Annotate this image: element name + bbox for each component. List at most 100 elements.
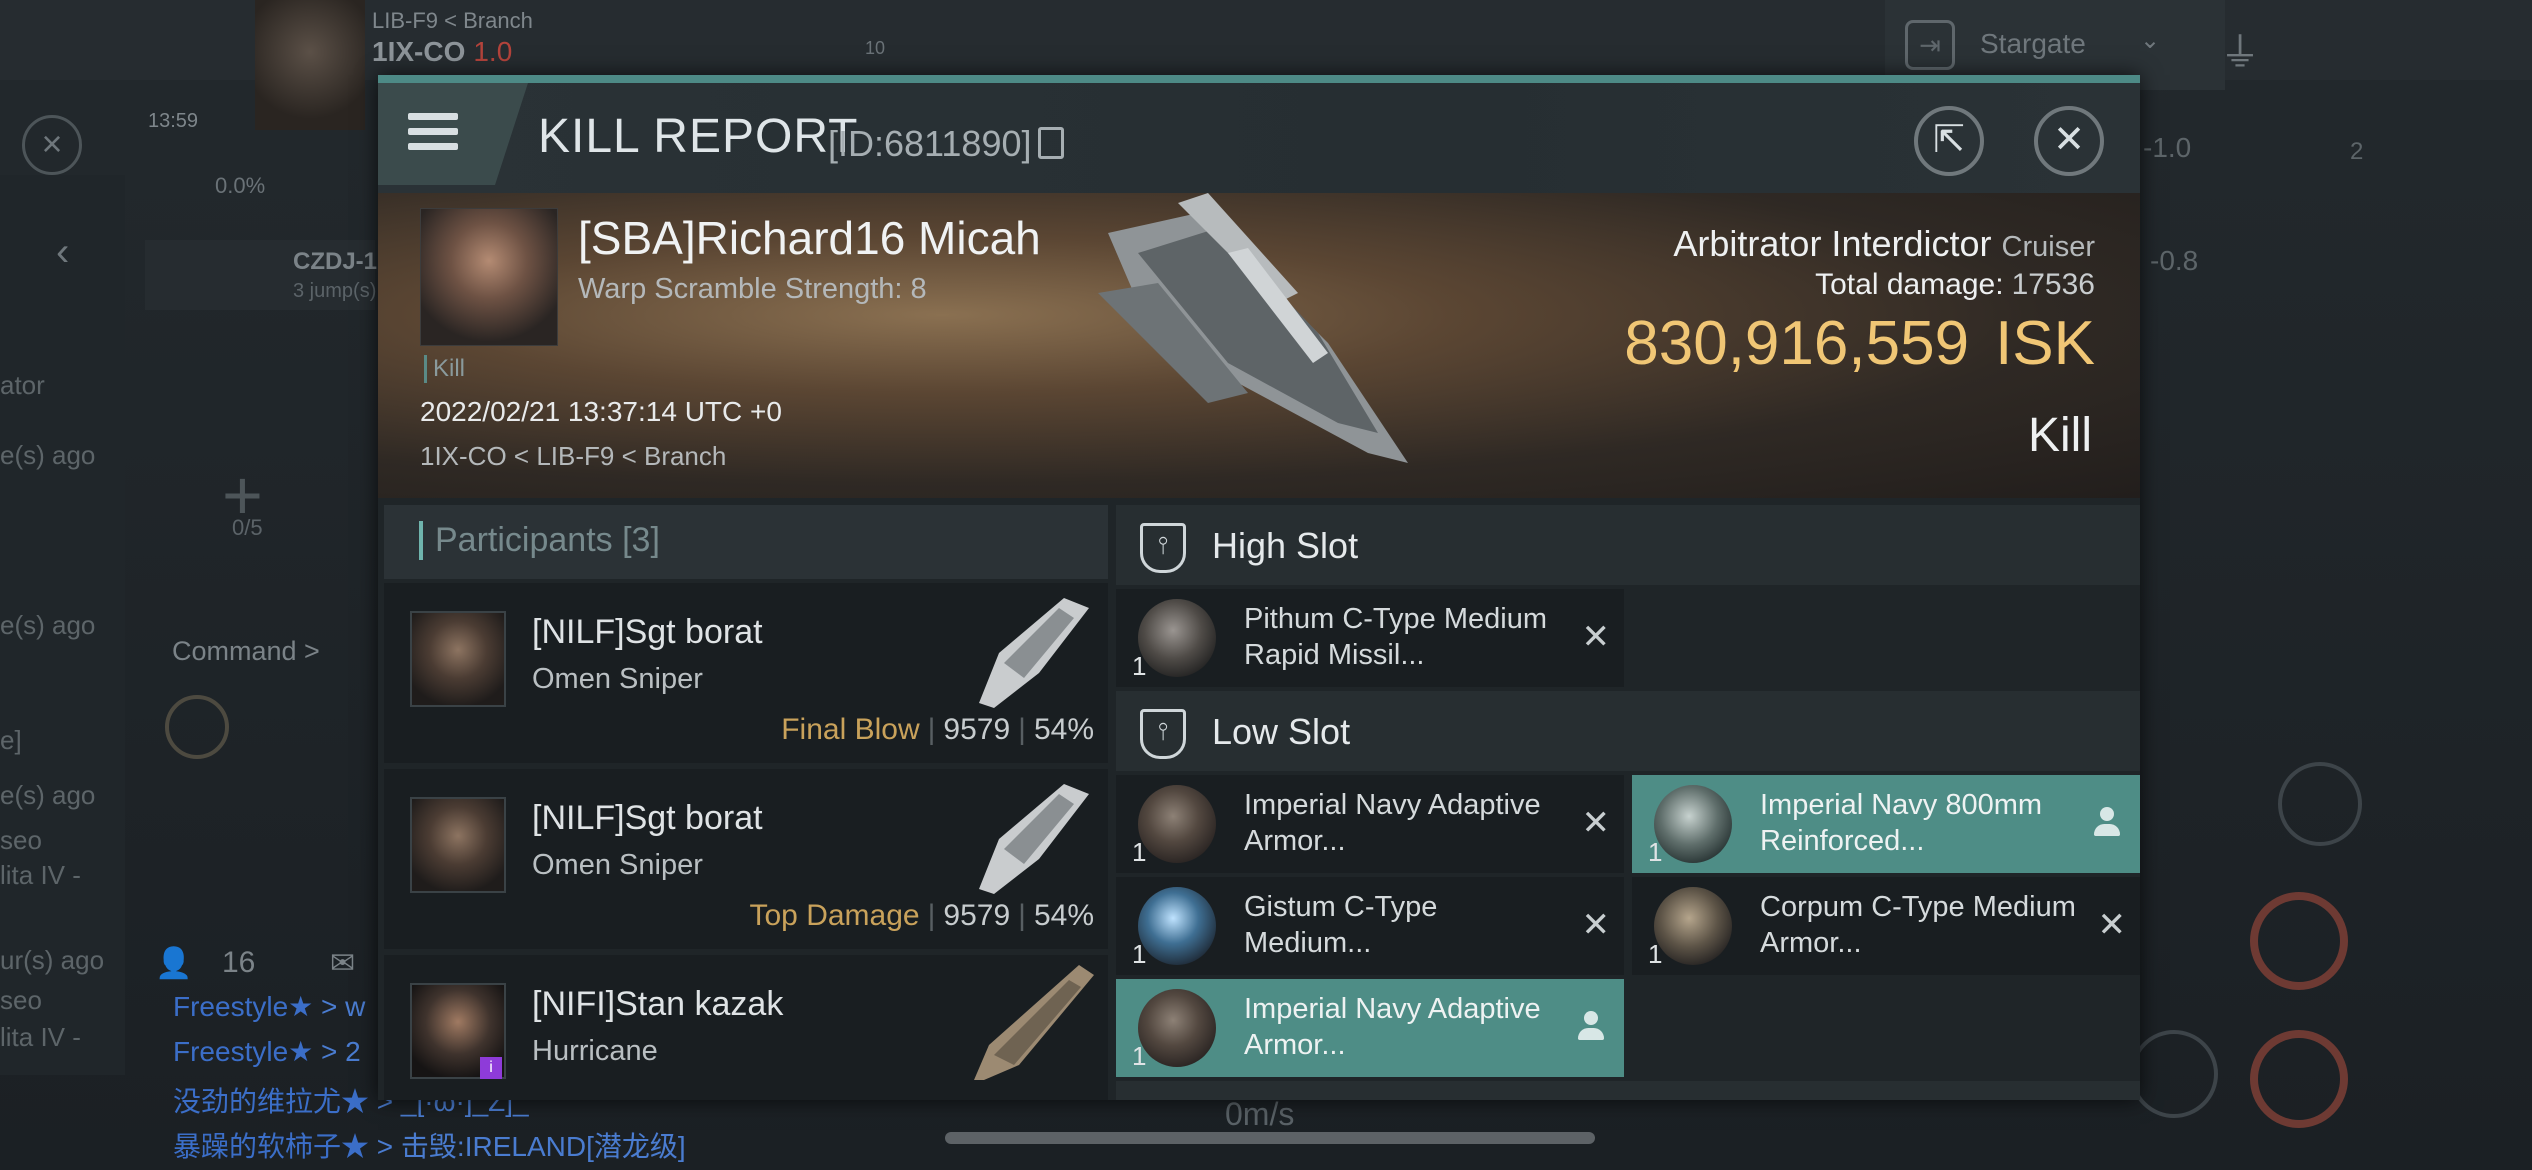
- target-icon[interactable]: [165, 695, 229, 759]
- chevron-left-icon[interactable]: ‹: [56, 230, 69, 275]
- swap-button[interactable]: [2278, 762, 2362, 846]
- destroyed-icon: ✕: [2097, 906, 2127, 944]
- warp-scramble: Warp Scramble Strength: 8: [578, 273, 927, 305]
- participants-panel[interactable]: Participants [3] [NILF]Sgt borat Omen Sn…: [384, 505, 1108, 1100]
- module-icon: [1138, 785, 1216, 863]
- participant-name: [NILF]Sgt borat: [532, 613, 763, 651]
- speed-readout: 0m/s: [1225, 1096, 1295, 1132]
- module-name: Corpum C-Type Medium Armor...: [1760, 891, 2076, 959]
- close-icon[interactable]: ×: [22, 115, 82, 175]
- report-id: [ID:6811890]: [828, 123, 1032, 164]
- module-name: Imperial Navy 800mm Reinforced...: [1760, 789, 2043, 857]
- stargate-icon: ⇥: [1905, 20, 1955, 70]
- chat-line: 暴躁的软柿子★ > 击毁:IRELAND[潜龙级]: [173, 1131, 686, 1162]
- left-text: e(s) ago: [0, 610, 96, 640]
- kill-tag: Kill: [424, 355, 465, 383]
- module-icon: [1138, 989, 1216, 1067]
- cargo-percent: 0.0%: [215, 173, 266, 198]
- module-name: Pithum C-Type Medium Rapid Missil...: [1244, 603, 1547, 671]
- chat-line: Freestyle★ > w: [173, 991, 366, 1022]
- destroyed-icon: ✕: [1581, 906, 1611, 944]
- menu-tab[interactable]: [378, 83, 528, 185]
- module-icon: [1138, 887, 1216, 965]
- participant-portrait[interactable]: [410, 797, 506, 893]
- victim-name[interactable]: [SBA]Richard16 Micah: [578, 211, 1041, 265]
- victim-portrait[interactable]: [420, 208, 558, 346]
- filter-icon[interactable]: ⏚: [2220, 20, 2260, 78]
- chevron-down-icon: ⌄: [2140, 27, 2161, 54]
- left-text: seo: [0, 985, 42, 1015]
- navigation-button[interactable]: [2130, 1030, 2218, 1118]
- participant-row[interactable]: [NILF]Sgt borat Omen Sniper Final Blow | 9…: [384, 583, 1108, 763]
- module-button[interactable]: [2250, 1030, 2348, 1128]
- close-button[interactable]: ✕: [2034, 106, 2104, 176]
- left-text: e(s) ago: [0, 780, 96, 810]
- slot-title: High Slot: [1212, 525, 1359, 566]
- pilot-avatar[interactable]: [255, 0, 365, 130]
- module-qty: 1: [1132, 651, 1147, 681]
- victim-header: [SBA]Richard16 Micah Warp Scramble Stren…: [378, 193, 2140, 498]
- share-button[interactable]: ⇱: [1914, 106, 1984, 176]
- scrollbar[interactable]: [945, 1132, 1595, 1144]
- module-item[interactable]: 1 Corpum C-Type Medium Armor... ✕: [1632, 877, 2140, 975]
- participant-ship-image: [979, 598, 1089, 708]
- left-text: ur(s) ago: [0, 945, 105, 975]
- module-item[interactable]: 1 Imperial Navy Adaptive Armor...: [1116, 979, 1624, 1077]
- stargate-label: Stargate: [1980, 28, 2086, 59]
- module-qty: 1: [1132, 1041, 1147, 1071]
- module-item[interactable]: 1 Pithum C-Type Medium Rapid Missil... ✕: [1116, 589, 1624, 687]
- chat-line: Freestyle★ > 2: [173, 1036, 361, 1067]
- module-item[interactable]: 1 Imperial Navy 800mm Reinforced...: [1632, 775, 2140, 873]
- module-qty: 1: [1132, 939, 1147, 969]
- participant-portrait[interactable]: [410, 611, 506, 707]
- right-badge: 2: [2350, 138, 2364, 165]
- module-name: Gistum C-Type Medium...: [1244, 891, 1438, 959]
- victim-ship-image[interactable]: [1078, 193, 1458, 473]
- right-value: -1.0: [2143, 132, 2192, 163]
- slot-icon: ⫯: [1140, 523, 1186, 573]
- participant-ship: Omen Sniper: [532, 849, 703, 881]
- module-name: Imperial Navy Adaptive Armor...: [1244, 789, 1541, 857]
- fitting-panel[interactable]: ⫯ High Slot 1 Pithum C-Type Medium Rapid…: [1116, 505, 2140, 1100]
- participant-portrait[interactable]: i: [410, 983, 506, 1079]
- destroyed-icon: ✕: [1581, 618, 1611, 656]
- kill-location[interactable]: 1IX-CO < LIB-F9 < Branch: [420, 441, 726, 472]
- participants-header: Participants [3]: [384, 505, 1108, 579]
- dropped-person-icon: [1576, 1011, 1606, 1043]
- participant-name: [NIFI]Stan kazak: [532, 985, 784, 1023]
- module-qty: 1: [1648, 837, 1663, 867]
- menu-icon[interactable]: [408, 113, 458, 153]
- module-item[interactable]: 1 Gistum C-Type Medium... ✕: [1116, 877, 1624, 975]
- participant-ship: Omen Sniper: [532, 663, 703, 695]
- module-qty: 1: [1648, 939, 1663, 969]
- left-text: lita IV -: [0, 1022, 81, 1052]
- participant-ship-image: [979, 784, 1089, 894]
- right-value: -0.8: [2150, 245, 2199, 276]
- total-damage: Total damage: 17536: [1815, 268, 2095, 301]
- command-link[interactable]: Command >: [172, 636, 320, 667]
- low-slot-header: ⫯ Low Slot: [1116, 691, 2140, 771]
- kill-date: 2022/02/21 13:37:14 UTC +0: [420, 396, 782, 427]
- next-slot-header: [1116, 1081, 2140, 1100]
- left-text: lita IV -: [0, 860, 81, 890]
- system-name[interactable]: 1IX-CO 1.0: [372, 36, 512, 68]
- kill-result: Kill: [2027, 409, 2092, 462]
- module-icon: [1654, 887, 1732, 965]
- high-slot-header: ⫯ High Slot: [1116, 505, 2140, 585]
- victim-ship-class: Arbitrator Interdictor Cruiser: [1673, 223, 2095, 264]
- module-button[interactable]: [2250, 892, 2348, 990]
- mail-icon[interactable]: ✉: [330, 946, 355, 981]
- copy-icon[interactable]: [1038, 127, 1064, 159]
- window-title: KILL REPORT: [538, 110, 859, 163]
- left-text: e]: [0, 725, 22, 755]
- module-qty: 1: [1132, 837, 1147, 867]
- participant-name: [NILF]Sgt borat: [532, 799, 763, 837]
- slot-title: Low Slot: [1212, 711, 1351, 752]
- participant-row[interactable]: i [NIFI]Stan kazak Hurricane: [384, 955, 1108, 1100]
- external-link-icon: ⇱: [1933, 119, 1965, 161]
- left-text: ator: [0, 370, 45, 400]
- destroyed-icon: ✕: [1581, 804, 1611, 842]
- participant-row[interactable]: [NILF]Sgt borat Omen Sniper Top Damage | 9…: [384, 769, 1108, 949]
- isk-value: 830,916,559 ISK: [1624, 309, 2095, 378]
- module-item[interactable]: 1 Imperial Navy Adaptive Armor... ✕: [1116, 775, 1624, 873]
